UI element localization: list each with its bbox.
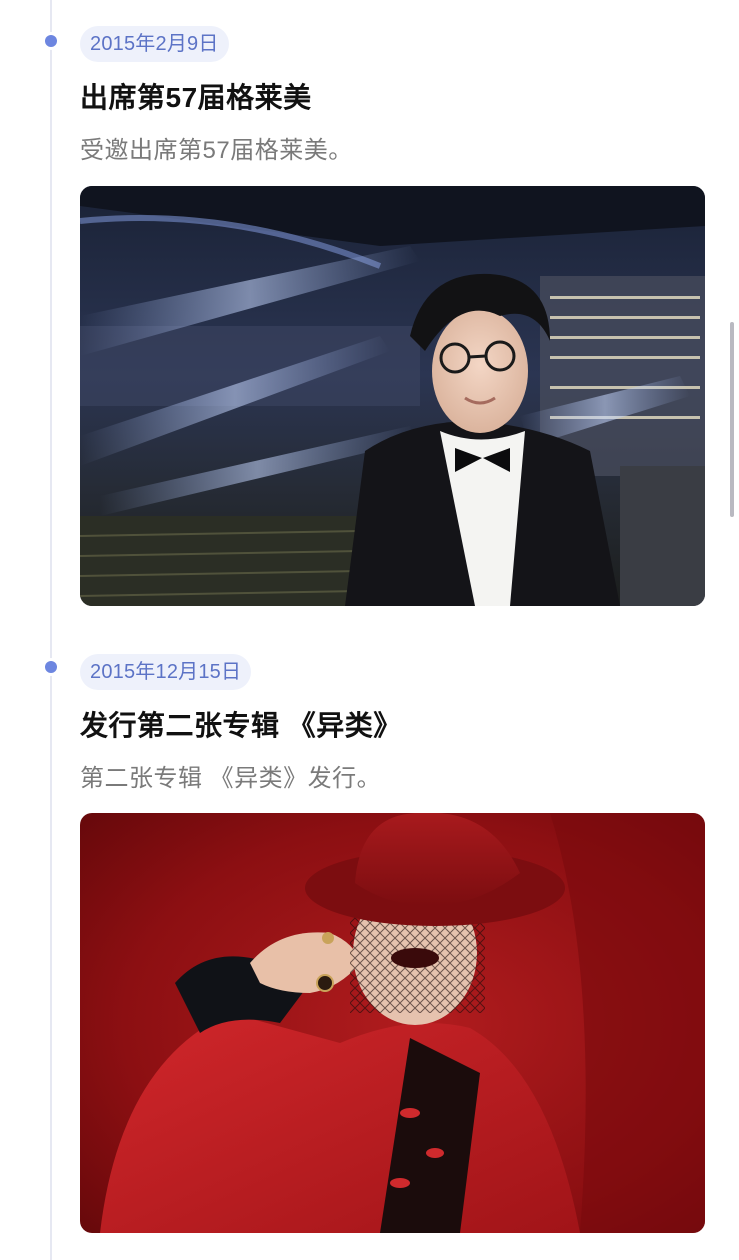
arena-portrait-photo <box>80 186 705 606</box>
entry-title: 出席第57届格莱美 <box>80 82 312 113</box>
date-badge: 2015年2月9日 <box>80 26 229 62</box>
scrollbar[interactable] <box>730 322 734 517</box>
entry-title: 发行第二张专辑 《异类》 <box>80 710 402 741</box>
timeline-dot-icon <box>45 661 57 673</box>
red-portrait-photo <box>80 813 705 1233</box>
entry-description: 第二张专辑 《异类》发行。 <box>80 765 382 792</box>
timeline-line <box>50 0 52 1260</box>
timeline-dot-icon <box>45 35 57 47</box>
entry-description: 受邀出席第57届格莱美。 <box>80 137 353 164</box>
timeline-page: 2015年2月9日 出席第57届格莱美 受邀出席第57届格莱美。 2015年12… <box>0 0 739 1260</box>
entry-photo[interactable] <box>80 813 705 1233</box>
entry-photo[interactable] <box>80 186 705 606</box>
date-badge: 2015年12月15日 <box>80 654 252 690</box>
